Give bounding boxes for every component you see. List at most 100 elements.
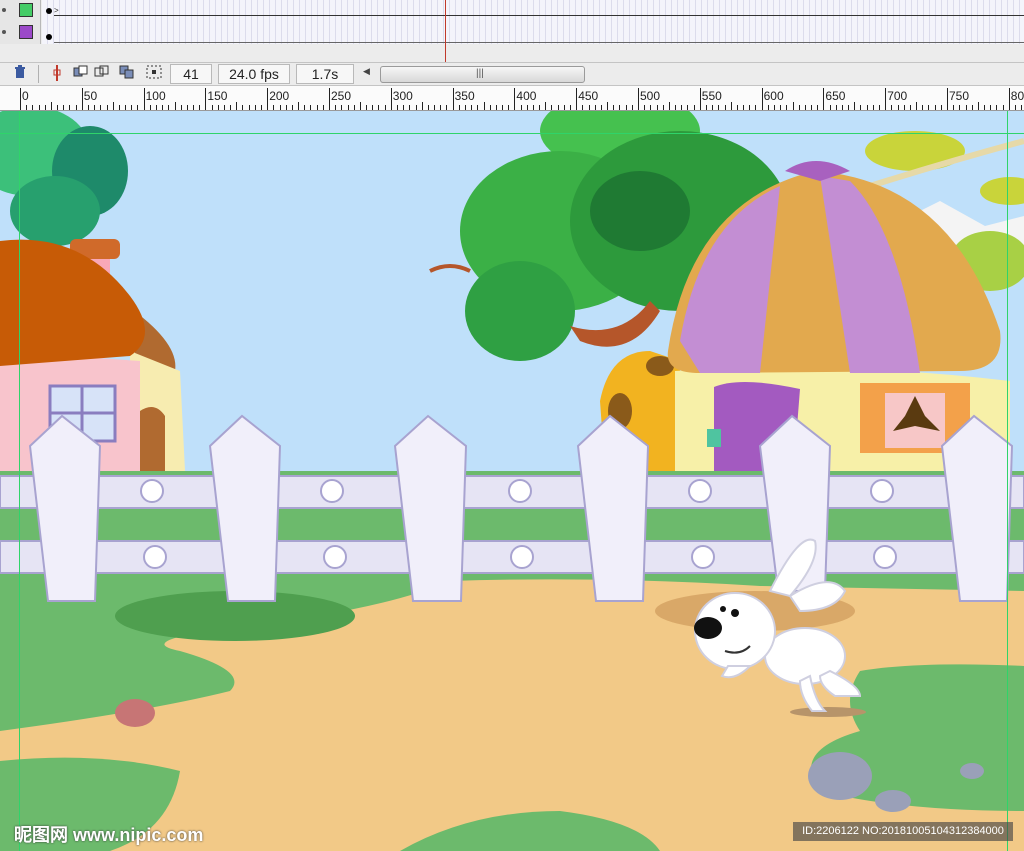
ruler-tick [520, 105, 522, 110]
layer-frames[interactable]: > [42, 0, 1024, 22]
ruler-tick [909, 105, 911, 110]
cartoon-scene [0, 111, 1024, 851]
layer-visibility-dot[interactable] [2, 30, 6, 34]
horizontal-ruler: 0 50 100 150 200 250 300 350 400 450 500 550 600 650 7… [0, 86, 1024, 111]
ruler-tick [545, 102, 547, 110]
layer-header[interactable] [0, 0, 41, 22]
ruler-tick [298, 102, 300, 110]
ruler-tick [366, 105, 368, 110]
center-frame-icon[interactable] [49, 65, 65, 81]
layer-frames[interactable] [42, 22, 1024, 44]
fence-bolt [873, 545, 897, 569]
layer-header[interactable] [0, 22, 41, 44]
ruler-tick [594, 105, 596, 110]
ruler-tick [502, 105, 504, 110]
rock [960, 763, 984, 779]
fence-bolt [510, 545, 534, 569]
ruler-tick [489, 105, 491, 110]
rabbit-shadow [790, 707, 866, 717]
tree-canopy [465, 261, 575, 361]
timeline-layer-row[interactable]: > [0, 0, 1024, 22]
trash-icon[interactable] [12, 65, 28, 81]
modify-onion-markers-icon[interactable] [146, 65, 162, 81]
ruler-tick [897, 105, 899, 110]
ruler-tick [613, 105, 615, 110]
keyframe-dot[interactable] [46, 8, 52, 14]
ruler-tick [149, 105, 151, 110]
ruler-tick [675, 105, 677, 110]
ruler-tick [891, 105, 893, 110]
scroll-left-arrow-icon[interactable]: ◀ [363, 66, 370, 77]
timeline-scrollbar[interactable]: ||| [380, 66, 585, 83]
ruler-tick [804, 105, 806, 110]
tween-line [54, 42, 1024, 43]
ruler-tick [87, 105, 89, 110]
ruler-tick [199, 105, 201, 110]
ruler-tick [180, 105, 182, 110]
ruler-tick [279, 105, 281, 110]
ruler-tick [656, 105, 658, 110]
ruler-tick [304, 105, 306, 110]
layer-visibility-dot[interactable] [2, 8, 6, 12]
ruler-tick [223, 105, 225, 110]
ruler-tick [372, 105, 374, 110]
ruler-tick [464, 105, 466, 110]
elapsed-time-field[interactable]: 1.7s [296, 64, 354, 84]
ruler-label: 150 [207, 89, 228, 103]
playhead[interactable] [445, 0, 446, 62]
ruler-label: 80 [1010, 89, 1024, 103]
ruler-tick [353, 105, 355, 110]
ruler-tick [118, 105, 120, 110]
ruler-tick [934, 105, 936, 110]
ruler-tick [693, 105, 695, 110]
current-frame-field[interactable]: 41 [170, 64, 212, 84]
ruler-tick [557, 105, 559, 110]
timeline-layer-row[interactable] [0, 22, 1024, 44]
ruler-tick [143, 88, 145, 110]
frame-rate-field[interactable]: 24.0 fps [218, 64, 290, 84]
stage-canvas[interactable] [0, 111, 1024, 851]
ruler-tick [421, 102, 423, 110]
rock [808, 752, 872, 800]
ruler-tick [526, 105, 528, 110]
ruler-tick [359, 102, 361, 110]
ruler-label: 200 [269, 89, 290, 103]
ruler-tick [755, 105, 757, 110]
keyframe-dot[interactable] [46, 34, 52, 40]
fence-bolt [691, 545, 715, 569]
ruler-label: 0 [22, 89, 29, 103]
ruler-tick [125, 105, 127, 110]
ruler-tick [236, 102, 238, 110]
ruler-tick [860, 105, 862, 110]
ruler-tick [131, 105, 133, 110]
ruler-tick [322, 105, 324, 110]
ruler-tick [427, 105, 429, 110]
ruler-tick [341, 105, 343, 110]
edit-multiple-frames-icon[interactable] [119, 65, 135, 81]
ruler-tick [996, 105, 998, 110]
ruler-tick [582, 105, 584, 110]
toolbar-divider [38, 65, 39, 83]
ruler-tick [767, 105, 769, 110]
house-door [140, 407, 165, 471]
watermark-site: 昵图网 www.nipic.com [14, 825, 204, 845]
ruler-tick [650, 105, 652, 110]
layer-color-swatch[interactable] [19, 25, 33, 39]
fence-bolt [323, 545, 347, 569]
ruler-label: 750 [949, 89, 970, 103]
ruler-tick [396, 105, 398, 110]
layer-color-swatch[interactable] [19, 3, 33, 17]
onion-skin-outlines-icon[interactable] [94, 65, 110, 81]
ruler-tick [551, 105, 553, 110]
ruler-tick [743, 105, 745, 110]
onion-skin-icon[interactable] [73, 65, 89, 81]
ruler-tick [940, 105, 942, 110]
ruler-tick [570, 105, 572, 110]
ruler-tick [749, 105, 751, 110]
ruler-label: 400 [516, 89, 537, 103]
ruler-tick [563, 105, 565, 110]
ruler-tick [63, 105, 65, 110]
ruler-tick [786, 105, 788, 110]
ruler-label: 650 [825, 89, 846, 103]
ruler-tick [75, 105, 77, 110]
